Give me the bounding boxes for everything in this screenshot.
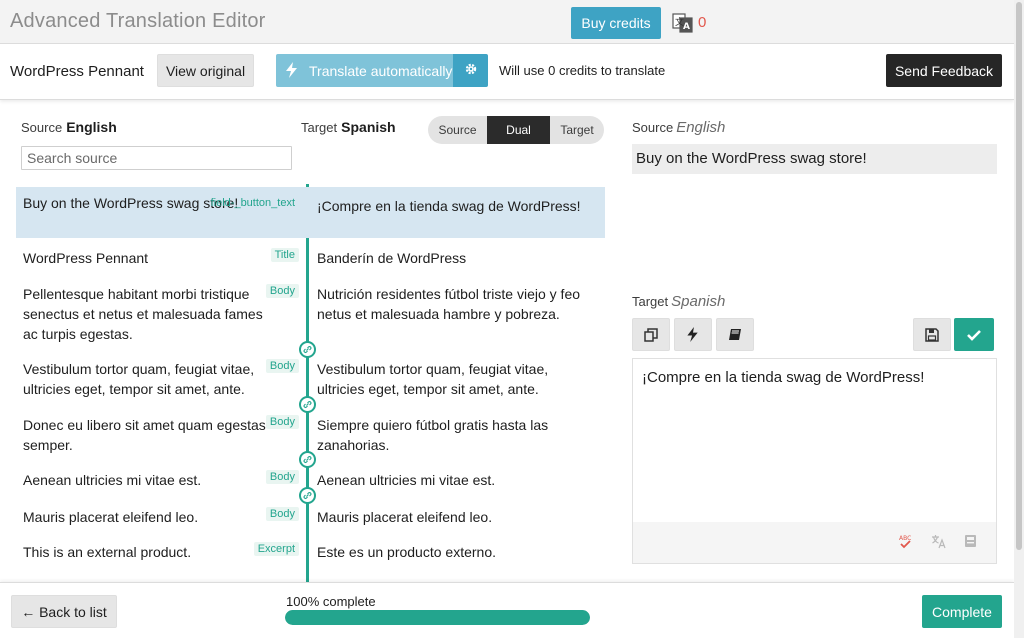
right-source-language-name: English	[676, 119, 726, 136]
copy-source-button[interactable]	[632, 318, 670, 351]
search-source-input[interactable]	[21, 146, 292, 170]
checkmark-icon	[954, 329, 994, 341]
translate-settings-button[interactable]	[453, 54, 488, 87]
svg-text:A: A	[683, 22, 690, 32]
app-title: Advanced Translation Editor	[10, 10, 266, 32]
credits-count: 0	[698, 14, 707, 31]
target-text-editor[interactable]: ¡Compre en la tienda swag de WordPress!	[632, 358, 997, 522]
segment-source: Mauris placerat eleifend leo.	[23, 509, 199, 525]
editor-footer: ABC	[632, 522, 997, 564]
translate-automatically-label: Translate automatically	[309, 63, 453, 79]
right-target-prefix: Target	[632, 294, 669, 309]
keyboard-icon[interactable]	[964, 534, 977, 551]
translate-credits-icon: 文 A	[672, 12, 694, 34]
segment-row[interactable]: Donec eu libero sit amet quam egestas se…	[16, 410, 605, 456]
segment-row[interactable]: Buy on the WordPress swag store! field-_…	[16, 187, 605, 238]
mode-source[interactable]: Source	[428, 116, 487, 144]
translate-icon[interactable]	[931, 534, 946, 552]
toolbar: WordPress Pennant View original Translat…	[0, 44, 1014, 100]
segment-target: Mauris placerat eleifend leo.	[317, 509, 493, 525]
back-to-list-button[interactable]: ← Back to list	[11, 595, 117, 628]
segment-target: Nutrición residentes fútbol triste viejo…	[317, 286, 581, 322]
segment-row[interactable]: Pellentesque habitant morbi tristique se…	[16, 278, 605, 344]
segment-source: Vestibulum tortor quam, feugiat vitae, u…	[23, 361, 255, 397]
left-source-language: Source English	[21, 119, 117, 135]
right-target-language: Target Spanish	[632, 293, 725, 310]
spellcheck-icon[interactable]: ABC	[899, 534, 913, 553]
bottom-bar: ← Back to list 100% complete Complete	[0, 582, 1014, 638]
field-badge: Body	[265, 359, 299, 373]
title-bar: Advanced Translation Editor Buy credits …	[0, 0, 1014, 44]
window-scrollbar[interactable]	[1014, 0, 1024, 638]
segment-row[interactable]: WordPress Pennant Title Banderín de Word…	[16, 242, 605, 275]
left-target-prefix: Target	[301, 120, 338, 135]
segment-source: Pellentesque habitant morbi tristique se…	[23, 286, 263, 342]
segment-row[interactable]: This is an external product. Excerpt Est…	[16, 538, 605, 566]
progress-bar	[285, 610, 590, 625]
view-mode-toggle: Source Dual Target	[428, 116, 604, 144]
progress-label: 100% complete	[286, 594, 376, 609]
field-badge: Body	[265, 470, 299, 484]
right-source-language: Source English	[632, 119, 725, 136]
segment-source: Aenean ultricies mi vitae est.	[23, 472, 202, 488]
copy-icon	[633, 327, 669, 342]
glossary-button[interactable]	[716, 318, 754, 351]
send-feedback-button[interactable]: Send Feedback	[886, 54, 1002, 87]
mode-target[interactable]: Target	[550, 116, 604, 144]
field-badge: field-_button_text	[210, 197, 295, 209]
field-badge: Body	[265, 284, 299, 298]
mode-dual[interactable]: Dual	[487, 116, 550, 144]
segment-source: Donec eu libero sit amet quam egestas se…	[23, 417, 266, 453]
segment-target: Banderín de WordPress	[317, 250, 467, 266]
gear-icon	[465, 63, 477, 78]
left-target-language: Target Spanish	[301, 119, 396, 135]
segment-target: Este es un producto externo.	[317, 544, 496, 560]
complete-button[interactable]: Complete	[922, 595, 1002, 628]
buy-credits-button[interactable]: Buy credits	[571, 7, 661, 39]
lightning-icon	[675, 327, 711, 342]
segment-target: Siempre quiero fútbol gratis hasta las z…	[317, 417, 549, 453]
right-target-language-name: Spanish	[671, 293, 726, 310]
segment-list: Buy on the WordPress swag store! field-_…	[16, 184, 605, 582]
credits-note: Will use 0 credits to translate	[499, 63, 666, 78]
scrollbar-thumb[interactable]	[1016, 2, 1022, 550]
segment-source: WordPress Pennant	[23, 250, 149, 266]
segment-row[interactable]: Mauris placerat eleifend leo. Body Mauri…	[16, 502, 605, 530]
save-button[interactable]	[913, 318, 951, 351]
field-badge: Excerpt	[253, 542, 299, 556]
left-source-language-name: English	[66, 119, 117, 135]
lightning-icon	[286, 62, 298, 81]
left-target-language-name: Spanish	[341, 119, 396, 135]
machine-translate-button[interactable]	[674, 318, 712, 351]
field-badge: Body	[265, 507, 299, 521]
segment-target: Aenean ultricies mi vitae est.	[317, 472, 496, 488]
document-title: WordPress Pennant	[10, 63, 144, 80]
right-source-prefix: Source	[632, 120, 674, 135]
segment-source: This is an external product.	[23, 544, 192, 560]
field-badge: Body	[265, 415, 299, 429]
view-original-button[interactable]: View original	[157, 54, 254, 87]
progress-fill	[285, 610, 590, 625]
source-text-box: Buy on the WordPress swag store!	[632, 144, 997, 174]
translate-automatically-button[interactable]: Translate automatically	[276, 54, 453, 87]
segment-target: Vestibulum tortor quam, feugiat vitae, u…	[317, 361, 549, 397]
save-icon	[914, 327, 950, 342]
book-icon	[717, 328, 753, 341]
left-source-prefix: Source	[21, 120, 63, 135]
segment-row[interactable]: Vestibulum tortor quam, feugiat vitae, u…	[16, 354, 605, 400]
confirm-translation-button[interactable]	[954, 318, 994, 351]
segment-target: ¡Compre en la tienda swag de WordPress!	[317, 198, 581, 214]
field-badge: Title	[270, 248, 299, 262]
